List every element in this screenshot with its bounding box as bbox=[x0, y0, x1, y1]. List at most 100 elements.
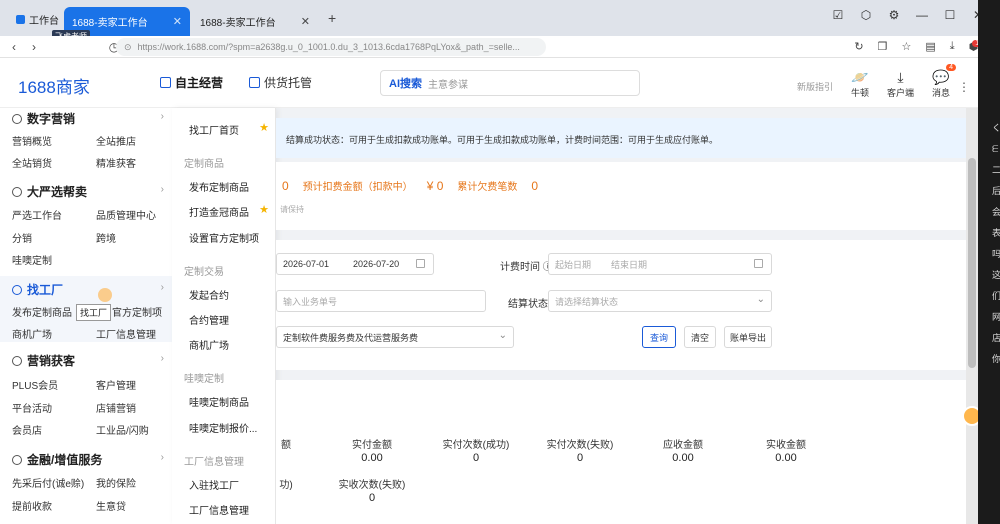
site-info-icon: ⊙ bbox=[124, 41, 132, 52]
star-icon[interactable]: ★ bbox=[259, 203, 269, 216]
sidebar-link[interactable]: 工厂信息管理 bbox=[96, 326, 156, 341]
sidebar-link[interactable]: 工业品/闪购 bbox=[96, 422, 149, 437]
close-icon[interactable]: ✕ bbox=[301, 15, 310, 28]
sidebar-link[interactable]: 分销 bbox=[12, 230, 32, 245]
nav-supply-hosting[interactable]: 供货托管 bbox=[249, 74, 312, 91]
forward-icon[interactable]: › bbox=[24, 40, 44, 54]
bill-time-range-field[interactable]: 起始日期 结束日期 bbox=[548, 253, 772, 275]
flyout-item[interactable]: 合约管理 bbox=[189, 312, 229, 327]
page-scrollbar[interactable] bbox=[966, 108, 978, 524]
tab-seller-workbench[interactable]: 1688-卖家工作台 ✕ bbox=[192, 7, 318, 36]
settings-icon[interactable]: ⚙ bbox=[886, 8, 902, 22]
copy-icon[interactable]: ❐ bbox=[878, 40, 888, 53]
collections-icon[interactable]: ▤ bbox=[925, 40, 935, 53]
sidebar-link[interactable]: 官方定制项 bbox=[112, 304, 162, 319]
section-title[interactable]: 数字营销 bbox=[12, 110, 75, 127]
sidebar-link[interactable]: 全站销货 bbox=[12, 155, 52, 170]
nav-label: 供货托管 bbox=[264, 76, 313, 90]
sidebar-link[interactable]: 客户管理 bbox=[96, 377, 136, 392]
new-tab-button[interactable]: + bbox=[328, 10, 336, 26]
sidebar-link[interactable]: 提前收款 bbox=[12, 498, 52, 513]
tab-search-icon[interactable]: ☑ bbox=[830, 8, 846, 22]
nav-self-operated[interactable]: 自主经营 bbox=[160, 74, 223, 91]
sidebar-link[interactable]: 我的保险 bbox=[96, 475, 136, 490]
flyout-item[interactable]: 发布定制商品 bbox=[189, 179, 249, 194]
query-button[interactable]: 查询 bbox=[642, 326, 676, 348]
site-logo[interactable]: 1688商家 bbox=[18, 73, 90, 98]
flyout-item[interactable]: 哇噢定制商品 bbox=[189, 394, 249, 409]
info-notice: 结算成功状态：可用于生成扣款成功账单。可用于生成扣款成功账单，计费时间范围：可用… bbox=[276, 118, 966, 158]
sidebar-link[interactable]: 生意贷 bbox=[96, 498, 126, 513]
section-title[interactable]: 找工厂 bbox=[12, 281, 63, 298]
flyout-item[interactable]: 找工厂首页 bbox=[189, 122, 239, 137]
sidebar-link[interactable]: 哇噢定制 bbox=[12, 252, 52, 267]
business-number-input[interactable]: 输入业务单号 bbox=[276, 290, 486, 312]
sidebar-link[interactable]: 店铺营销 bbox=[96, 400, 136, 415]
date-range-field[interactable]: 2026-07-01 2026-07-20 bbox=[276, 253, 434, 275]
flyout-item[interactable]: 哇噢定制报价... bbox=[189, 420, 257, 435]
sidebar-link[interactable]: 严选工作台 bbox=[12, 207, 62, 222]
flyout-item[interactable]: 设置官方定制项 bbox=[189, 230, 259, 245]
messages-button[interactable]: 💬 4 消息 bbox=[932, 64, 956, 99]
bookmark-icon[interactable]: ☆ bbox=[901, 40, 911, 53]
sidebar-link[interactable]: 全站推店 bbox=[96, 133, 136, 148]
summary-label: 应收金额 bbox=[663, 440, 703, 451]
stat-value: ¥ 0 bbox=[426, 178, 444, 193]
service-type-value: 定制软件费服务费及代运营服务费 bbox=[283, 332, 419, 343]
section-title[interactable]: 营销获客 bbox=[12, 352, 75, 369]
back-icon[interactable]: ‹ bbox=[4, 40, 24, 54]
flyout-item[interactable]: 入驻找工厂 bbox=[189, 477, 239, 492]
stats-card: 0 预计扣费金额（扣款中） ¥ 0 累计欠费笔数 0 请保持 bbox=[276, 162, 966, 230]
tab-workbench[interactable]: 工作台 bbox=[8, 8, 67, 30]
sidebar-link[interactable]: 会员店 bbox=[12, 422, 42, 437]
edge-text-column: く ᗴ 二 后 会 表 吗 这 们 网 店 你 bbox=[992, 118, 1000, 370]
star-icon[interactable]: ★ bbox=[259, 121, 269, 134]
maximize-icon[interactable]: ☐ bbox=[942, 8, 958, 22]
sidebar-link[interactable]: 营销概览 bbox=[12, 133, 52, 148]
sidebar-link[interactable]: 精准获客 bbox=[96, 155, 136, 170]
sidebar-link[interactable]: 品质管理中心 bbox=[96, 207, 156, 222]
section-title[interactable]: 大严选帮卖 bbox=[12, 183, 87, 200]
minimize-icon[interactable]: — bbox=[914, 8, 930, 22]
summary-value: 0.00 bbox=[672, 452, 694, 464]
client-download-button[interactable]: ⤓ 客户端 bbox=[887, 68, 914, 99]
flyout-item[interactable]: 打造金冠商品 bbox=[189, 204, 249, 219]
sidebar-link[interactable]: 平台活动 bbox=[12, 400, 52, 415]
stat-label: 预计扣费金额（扣款中） bbox=[302, 182, 413, 193]
flyout-item[interactable]: 商机广场 bbox=[189, 337, 229, 352]
more-icon[interactable]: ⋮ bbox=[958, 80, 970, 94]
business-number-placeholder: 输入业务单号 bbox=[283, 296, 338, 307]
new-version-guide[interactable]: 新版指引 bbox=[797, 80, 833, 93]
extensions-icon[interactable]: ⬡ bbox=[858, 8, 874, 22]
stat-note: 请保持 bbox=[280, 205, 304, 214]
sidebar-link[interactable]: 商机广场 bbox=[12, 326, 52, 341]
url-field[interactable]: ⊙ https://work.1688.com/?spm=a2638g.u_0_… bbox=[116, 38, 546, 56]
close-icon[interactable]: ✕ bbox=[173, 15, 182, 28]
clear-button[interactable]: 清空 bbox=[684, 326, 716, 348]
ai-search-box[interactable]: AI搜索 主意参谋 bbox=[380, 70, 640, 96]
export-bill-button[interactable]: 账单导出 bbox=[724, 326, 772, 348]
planet-icon: 🪐 bbox=[851, 68, 869, 85]
browser-tab-bar: 工作台 1688-卖家工作台 ✕ 1688-卖家工作台 ✕ + ☑ ⬡ ⚙ — … bbox=[0, 0, 1000, 36]
sidebar-link[interactable]: 跨境 bbox=[96, 230, 116, 245]
section-title[interactable]: 金融/增值服务 bbox=[12, 451, 102, 468]
flyout-item[interactable]: 工厂信息管理 bbox=[189, 502, 249, 517]
section-label: 营销获客 bbox=[27, 354, 76, 368]
address-bar: ‹ › ◷ ⊙ https://work.1688.com/?spm=a2638… bbox=[0, 36, 1000, 58]
summary-value: 0.00 bbox=[361, 452, 383, 464]
niudun-button[interactable]: 🪐 牛顿 bbox=[851, 68, 869, 99]
scrollbar-thumb[interactable] bbox=[968, 158, 976, 368]
notice-text: 结算成功状态：可用于生成扣款成功账单。可用于生成扣款成功账单，计费时间范围：可用… bbox=[286, 135, 719, 145]
settle-status-select[interactable]: 请选择结算状态 ⌄ bbox=[548, 290, 772, 312]
flyout-item[interactable]: 发起合约 bbox=[189, 287, 229, 302]
sidebar-link[interactable]: 先采后付(诚e赊) bbox=[12, 475, 84, 490]
service-type-select[interactable]: 定制软件费服务费及代运营服务费 ⌄ bbox=[276, 326, 514, 348]
download-icon[interactable]: ⤓ bbox=[950, 40, 955, 53]
sidebar-link[interactable]: 发布定制商品 bbox=[12, 304, 72, 319]
refresh-icon[interactable]: ↻ bbox=[854, 40, 863, 53]
summary-value: 0 bbox=[368, 492, 376, 504]
store-icon bbox=[160, 77, 171, 88]
flyout-group-label: 哇噢定制 bbox=[184, 374, 224, 385]
main-content: 结算成功状态：可用于生成扣款成功账单。可用于生成扣款成功账单，计费时间范围：可用… bbox=[276, 108, 966, 524]
sidebar-link[interactable]: PLUS会员 bbox=[12, 377, 58, 392]
